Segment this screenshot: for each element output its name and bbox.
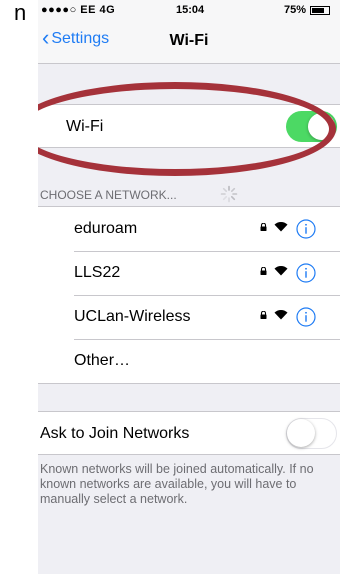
status-bar: ●●●●○ EE 4G 15:04 75% bbox=[38, 0, 340, 20]
wifi-row: Wi-Fi bbox=[38, 104, 340, 148]
network-list: eduroam LLS22 UCLan-Wireless Other… bbox=[38, 206, 340, 384]
ask-to-join-row: Ask to Join Networks bbox=[38, 411, 340, 455]
wifi-signal-icon bbox=[274, 266, 288, 276]
page-title: Wi-Fi bbox=[169, 32, 209, 49]
network-row-eduroam[interactable]: eduroam bbox=[38, 207, 340, 251]
battery-icon bbox=[310, 6, 330, 15]
wifi-signal-icon bbox=[274, 310, 288, 320]
info-icon[interactable] bbox=[296, 219, 316, 239]
clock: 15:04 bbox=[176, 4, 205, 16]
wifi-signal-icon bbox=[274, 222, 288, 232]
lock-icon bbox=[260, 267, 267, 275]
loading-spinner-icon bbox=[220, 185, 238, 203]
lock-icon bbox=[260, 311, 267, 319]
wifi-toggle[interactable] bbox=[286, 111, 337, 142]
ask-to-join-toggle[interactable] bbox=[286, 418, 337, 449]
network-row-uclan-wireless[interactable]: UCLan-Wireless bbox=[38, 295, 340, 339]
phone-screen: ●●●●○ EE 4G 15:04 75% ‹ Settings Wi-Fi Wi… bbox=[38, 0, 340, 574]
carrier-signal: ●●●●○ EE 4G bbox=[41, 4, 116, 16]
navigation-bar: ‹ Settings Wi-Fi bbox=[38, 20, 340, 64]
toggle-knob bbox=[287, 419, 315, 447]
network-row-lls22[interactable]: LLS22 bbox=[38, 251, 340, 295]
wifi-label: Wi-Fi bbox=[66, 118, 104, 135]
network-name: eduroam bbox=[74, 220, 138, 237]
network-name: UCLan-Wireless bbox=[74, 308, 191, 325]
section-header-text: CHOOSE A NETWORK... bbox=[40, 188, 177, 202]
lock-icon bbox=[260, 223, 267, 231]
cropped-text-fragment: n bbox=[0, 0, 38, 40]
network-name: Other… bbox=[74, 352, 131, 369]
toggle-knob bbox=[308, 113, 335, 140]
info-icon[interactable] bbox=[296, 307, 316, 327]
ask-to-join-label: Ask to Join Networks bbox=[40, 425, 190, 442]
network-row-other[interactable]: Other… bbox=[38, 339, 340, 383]
info-icon[interactable] bbox=[296, 263, 316, 283]
ask-to-join-footer: Known networks will be joined automatica… bbox=[40, 462, 314, 506]
battery-percent: 75% bbox=[284, 4, 307, 16]
network-name: LLS22 bbox=[74, 264, 121, 281]
